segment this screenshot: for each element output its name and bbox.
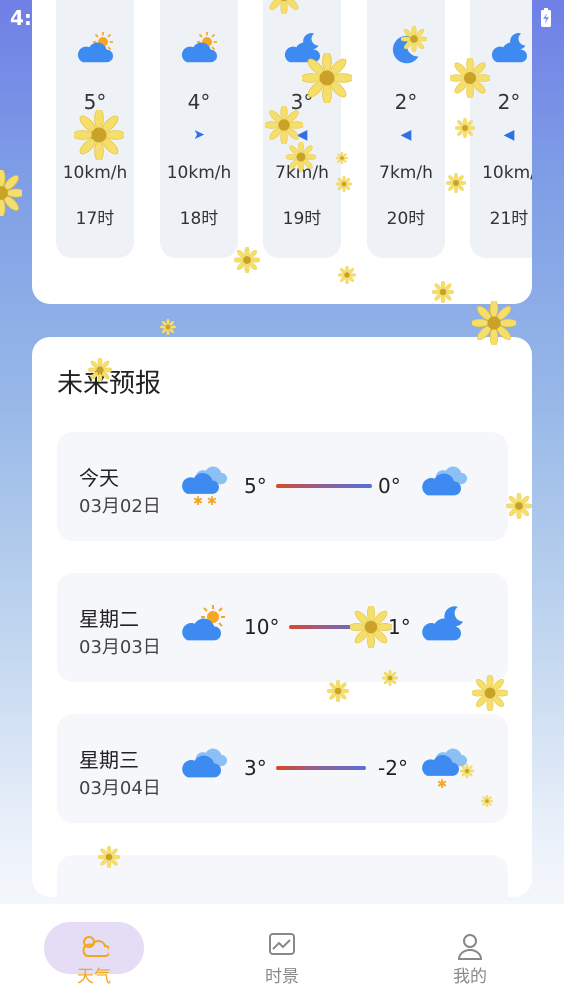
cloud-icon xyxy=(422,466,467,496)
day-high-temp: 5° xyxy=(244,474,267,498)
flower-decoration-icon xyxy=(481,795,493,807)
day-low-temp: 0° xyxy=(378,474,401,498)
battery-icon xyxy=(541,8,551,27)
hour-time: 20时 xyxy=(386,209,426,229)
partly-cloudy-day-icon xyxy=(181,32,217,63)
hour-temp: 4° xyxy=(187,90,211,114)
day-name: 今天 xyxy=(79,466,119,490)
hour-temp: 2° xyxy=(394,90,418,114)
flower-decoration-icon xyxy=(74,110,124,160)
flower-decoration-icon xyxy=(432,281,454,303)
scene-image-icon xyxy=(269,933,295,955)
flower-decoration-icon xyxy=(446,173,466,193)
hour-time: 21时 xyxy=(489,209,529,229)
wind-direction-icon: ◀ xyxy=(503,127,515,143)
flower-decoration-icon xyxy=(160,319,176,335)
weather-icon xyxy=(82,936,109,957)
flower-decoration-icon xyxy=(455,118,475,138)
flower-decoration-icon xyxy=(460,764,474,778)
flower-decoration-icon xyxy=(450,58,490,98)
svg-text:✱ ✱: ✱ ✱ xyxy=(193,494,217,508)
flower-decoration-icon xyxy=(401,26,427,52)
flower-decoration-icon xyxy=(382,670,398,686)
flower-decoration-icon xyxy=(336,152,348,164)
day-name: 星期三 xyxy=(79,748,139,772)
forecast-day-row[interactable]: 今天 03月02日 ✱ ✱ 5° 0° xyxy=(57,432,508,541)
hour-wind: 7km/h xyxy=(379,163,433,183)
day-date: 03月02日 xyxy=(79,496,161,517)
flower-decoration-icon xyxy=(338,266,356,284)
cloud-icon xyxy=(182,748,227,778)
partly-cloudy-day-icon xyxy=(182,605,225,641)
day-high-temp: 3° xyxy=(244,756,267,780)
profile-icon xyxy=(457,934,483,960)
temp-range-bar xyxy=(276,766,366,770)
flower-decoration-icon xyxy=(336,176,352,192)
partly-cloudy-night-icon xyxy=(422,606,464,641)
partly-cloudy-day-icon xyxy=(77,32,113,63)
flower-decoration-icon xyxy=(234,247,260,273)
flower-decoration-icon xyxy=(98,846,120,868)
flower-decoration-icon xyxy=(0,170,22,216)
hour-wind: 10km/h xyxy=(166,163,232,183)
day-date: 03月04日 xyxy=(79,778,161,799)
temp-range-bar xyxy=(276,484,372,488)
hour-wind: 10km/ xyxy=(482,163,532,183)
tab-label: 天气 xyxy=(77,967,111,987)
flower-decoration-icon xyxy=(88,358,112,382)
svg-text:✱: ✱ xyxy=(437,777,447,790)
forecast-card[interactable]: 未来预报 今天 03月02日 ✱ ✱ 5° 0° 星期二 03月03日 10° … xyxy=(32,337,532,897)
tab-profile[interactable]: 我的 xyxy=(420,922,520,987)
day-date: 03月03日 xyxy=(79,637,161,658)
tab-scene[interactable]: 时景 xyxy=(232,922,332,987)
hour-wind: 10km/h xyxy=(62,163,128,183)
hour-item: 4° ➤ 10km/h 18时 xyxy=(160,0,238,258)
tab-label: 我的 xyxy=(453,967,487,987)
forecast-day-row[interactable]: 星期三 03月04日 3° -2° ✱ xyxy=(57,714,508,823)
flower-decoration-icon xyxy=(350,606,392,648)
flower-decoration-icon xyxy=(265,106,303,144)
hour-time: 19时 xyxy=(282,209,322,229)
flower-decoration-icon xyxy=(472,301,516,345)
flower-decoration-icon xyxy=(302,53,352,103)
tab-label: 时景 xyxy=(265,967,299,987)
partly-cloudy-night-icon xyxy=(491,33,527,63)
flower-decoration-icon xyxy=(265,0,303,14)
flower-decoration-icon xyxy=(286,142,316,172)
flower-decoration-icon xyxy=(506,493,532,519)
day-low-temp: -2° xyxy=(378,756,408,780)
snow-cloud-icon: ✱ ✱ xyxy=(182,466,227,508)
hour-time: 18时 xyxy=(179,209,219,229)
tab-weather[interactable]: 天气 xyxy=(44,922,144,987)
forecast-day-row[interactable] xyxy=(57,855,508,897)
wind-direction-icon: ◀ xyxy=(400,127,412,143)
flower-decoration-icon xyxy=(327,680,349,702)
wind-direction-icon: ➤ xyxy=(193,127,205,143)
hour-time: 17时 xyxy=(75,209,115,229)
bottom-tab-bar: 天气 时景 我的 xyxy=(0,904,564,1004)
flower-decoration-icon xyxy=(472,675,508,711)
hour-item: 2° ◀ 10km/ 21时 xyxy=(470,0,532,258)
day-high-temp: 10° xyxy=(244,615,280,639)
day-name: 星期二 xyxy=(79,607,139,631)
forecast-day-row[interactable]: 星期二 03月03日 10° 1° xyxy=(57,573,508,682)
